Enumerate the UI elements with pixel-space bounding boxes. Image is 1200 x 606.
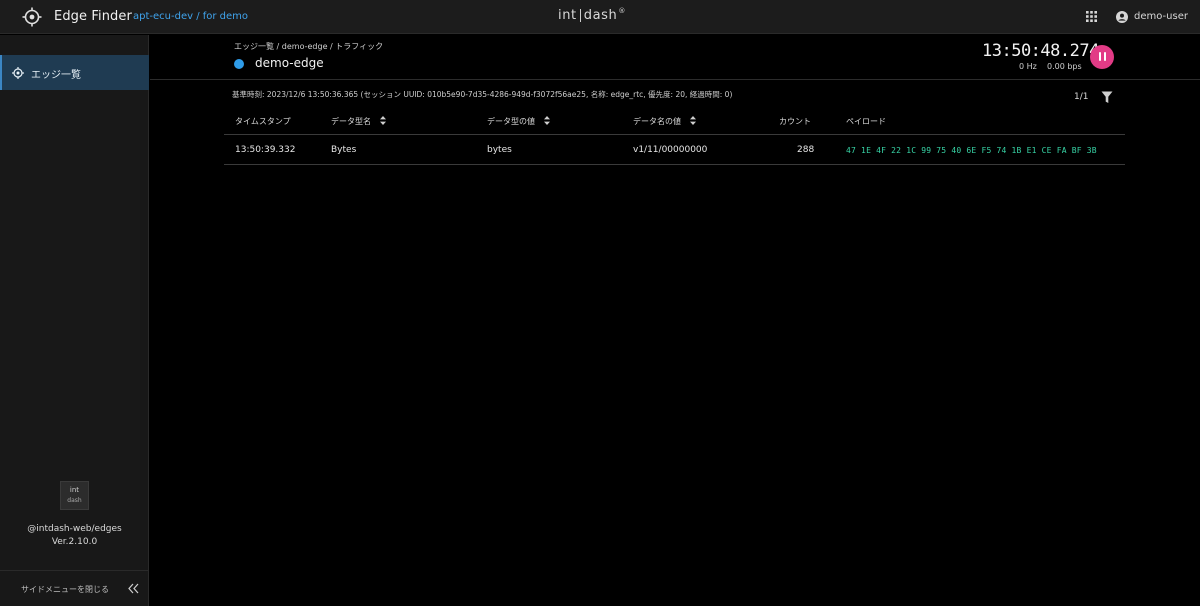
column-header-label: ペイロード — [846, 117, 886, 126]
cell-payload: 47 1E 4F 22 1C 99 75 40 6E F5 74 1B E1 C… — [846, 146, 1097, 155]
column-header-label: カウント — [779, 117, 811, 126]
rate-hz-readout: 0 Hz — [1019, 62, 1037, 71]
sidebar-item-label: エッジ一覧 — [31, 70, 81, 81]
apps-grid-icon[interactable] — [1086, 11, 1097, 22]
column-header-name-value[interactable]: データ名の値 — [633, 116, 696, 127]
intdash-brand-logo: int dash ® — [558, 6, 626, 24]
column-header-label: データ型の値 — [487, 117, 535, 126]
double-chevron-left-icon — [128, 583, 139, 594]
pause-button[interactable] — [1090, 45, 1114, 69]
account-icon[interactable] — [1116, 11, 1128, 23]
sidebar-brand-top: int — [69, 486, 80, 494]
column-header-type-name[interactable]: データ型名 — [331, 116, 386, 127]
table-row-divider — [224, 164, 1125, 165]
sort-icon — [689, 116, 696, 125]
session-info: 基準時刻: 2023/12/6 13:50:36.365 (セッション UUID… — [232, 90, 733, 99]
current-time-readout: 13:50:48.274 — [982, 41, 1099, 61]
project-path-link[interactable]: apt-ecu-dev / for demo — [133, 11, 248, 22]
app-title: Edge Finder — [54, 9, 132, 24]
filter-icon[interactable] — [1101, 91, 1113, 104]
table-header-divider — [224, 134, 1125, 135]
cell-timestamp: 13:50:39.332 — [235, 145, 296, 155]
sort-icon — [543, 116, 550, 125]
pause-icon — [1103, 52, 1106, 61]
sidebar: エッジ一覧 int dash @intdash-web/edges Ver.2.… — [0, 35, 149, 606]
sort-icon — [379, 116, 386, 125]
cell-type-value: bytes — [487, 145, 512, 155]
intdash-sidebar-logo: int dash — [60, 481, 89, 510]
header-divider — [150, 79, 1200, 80]
cell-name-value: v1/11/00000000 — [633, 145, 708, 155]
page-count: 1/1 — [1074, 92, 1089, 102]
column-header-label: データ名の値 — [633, 117, 681, 126]
sidebar-collapse-button[interactable]: サイドメニューを閉じる — [0, 570, 149, 606]
version-label: Ver.2.10.0 — [51, 537, 98, 547]
collapse-label: サイドメニューを閉じる — [21, 585, 109, 594]
brand-registered-mark: ® — [618, 6, 626, 15]
brand-left-text: int — [558, 8, 577, 23]
column-header-type-value[interactable]: データ型の値 — [487, 116, 550, 127]
package-name: @intdash-web/edges — [27, 524, 122, 534]
breadcrumb[interactable]: エッジ一覧 / demo-edge / トラフィック — [234, 41, 383, 52]
top-bar: Edge Finder apt-ecu-dev / for demo int d… — [0, 0, 1200, 34]
column-header-count: カウント — [779, 116, 811, 127]
sidebar-brand-bottom: dash — [67, 497, 82, 504]
cell-type-name: Bytes — [331, 145, 357, 155]
column-header-label: タイムスタンプ — [235, 117, 291, 126]
edge-status-indicator — [234, 59, 244, 69]
brand-right-text: dash — [583, 8, 618, 23]
column-header-timestamp: タイムスタンプ — [235, 116, 291, 127]
rate-bps-readout: 0.00 bps — [1047, 62, 1082, 71]
brand-separator — [579, 9, 581, 22]
column-header-payload: ペイロード — [846, 116, 886, 127]
user-name[interactable]: demo-user — [1134, 11, 1188, 22]
column-header-label: データ型名 — [331, 117, 371, 126]
pause-icon — [1098, 52, 1101, 61]
crosshair-logo-icon[interactable] — [22, 7, 42, 27]
cell-count: 288 — [797, 145, 815, 155]
sidebar-item-edge-list[interactable]: エッジ一覧 — [0, 55, 149, 90]
target-icon — [12, 67, 24, 79]
page-title: demo-edge — [255, 56, 324, 70]
